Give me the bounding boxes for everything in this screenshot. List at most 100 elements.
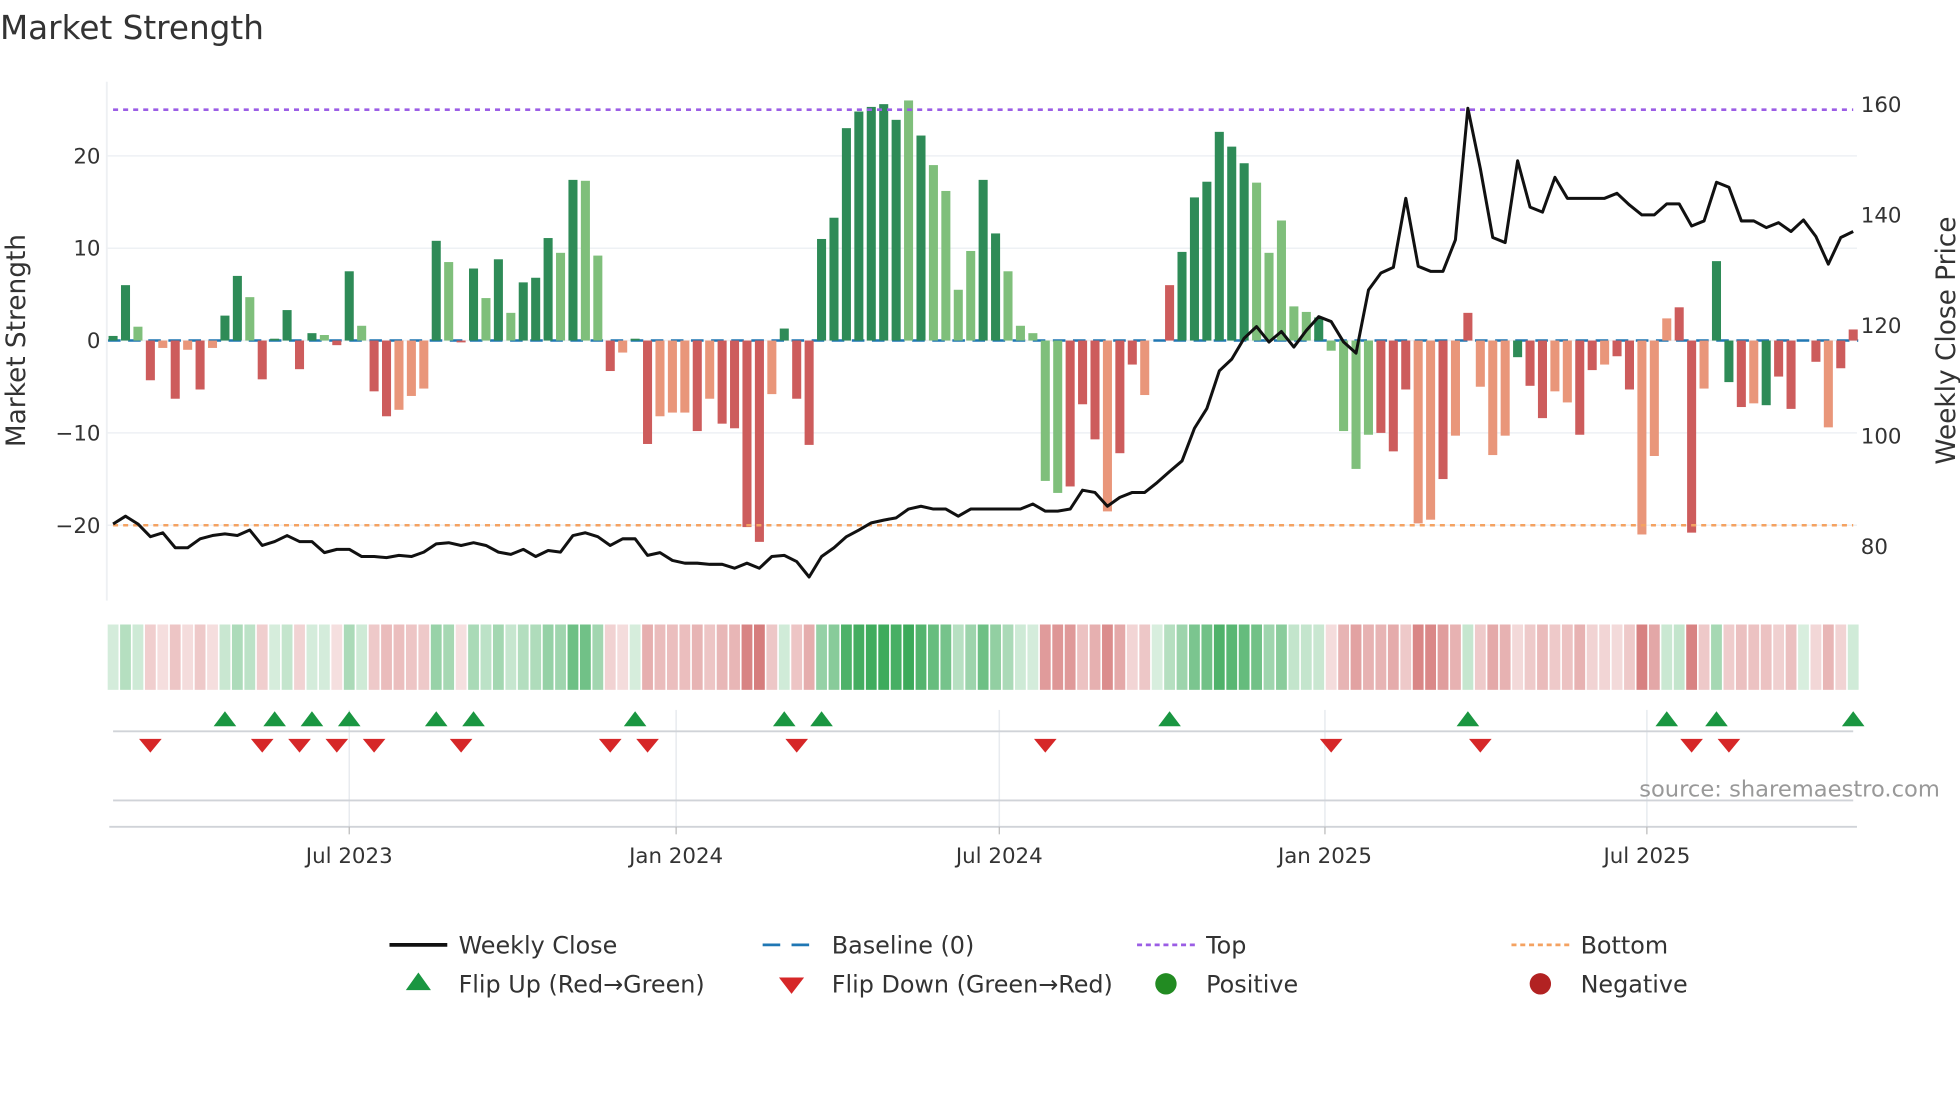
strength-bar: [991, 233, 1001, 341]
heat-cell: [1711, 624, 1722, 690]
strength-bar: [1426, 340, 1436, 520]
strength-bar: [232, 275, 242, 341]
x-tick-label: Jul 2025: [1601, 844, 1690, 869]
strength-bar: [518, 282, 528, 341]
heat-cell: [505, 624, 517, 690]
heat-cell: [1810, 624, 1822, 690]
heat-cell: [741, 624, 753, 690]
strength-bar: [1711, 261, 1722, 341]
strength-bar: [1749, 340, 1759, 404]
strength-bar: [966, 250, 976, 341]
heat-cell: [1698, 624, 1710, 690]
heat-cell: [343, 624, 355, 690]
heat-cell: [244, 624, 256, 690]
strength-bar: [1475, 340, 1485, 387]
strength-bar: [1823, 340, 1833, 428]
flip-up-marker: [300, 711, 324, 727]
strength-bar: [1513, 340, 1523, 358]
strength-bar: [1102, 340, 1112, 512]
strength-bar: [1637, 340, 1647, 535]
heat-cell: [1251, 624, 1262, 690]
heat-cell: [1437, 624, 1449, 690]
heat-cell: [1102, 624, 1113, 690]
heat-cell: [1474, 624, 1486, 690]
heat-cell: [182, 624, 194, 690]
triangle-up-icon: [405, 972, 431, 991]
strength-bar: [717, 340, 727, 424]
flip-up-marker: [623, 711, 647, 727]
heat-cell: [1363, 624, 1374, 690]
heat-cell: [828, 624, 840, 690]
strength-bar: [1525, 340, 1535, 386]
heat-cell: [318, 624, 330, 690]
heat-cell: [207, 624, 218, 690]
heat-cell: [878, 624, 890, 690]
strength-bar: [1388, 340, 1398, 452]
heat-cell: [1785, 624, 1797, 690]
strength-bar: [667, 340, 677, 413]
strength-bar: [1065, 340, 1075, 487]
heat-cell: [1611, 624, 1623, 690]
heat-cell: [1387, 624, 1399, 690]
market-strength-chart: Market Strength 20100−10−20 160140120100…: [0, 9, 1960, 999]
heat-cell: [1164, 624, 1175, 690]
strength-bar: [1687, 340, 1697, 533]
strength-bar: [593, 255, 603, 341]
strength-bar: [1227, 146, 1237, 341]
heat-cell: [368, 624, 380, 690]
heat-cell: [1039, 624, 1051, 690]
heat-cell: [356, 624, 368, 690]
heat-cell: [1512, 624, 1524, 690]
strength-bar: [1662, 318, 1672, 341]
y2-ticks: 160 140 120 100 80: [1861, 93, 1902, 560]
heat-cell: [903, 624, 914, 690]
strength-bar: [245, 297, 255, 341]
strength-bar: [1165, 285, 1175, 341]
circle-icon: [1529, 973, 1552, 995]
heat-cell: [579, 624, 591, 690]
heat-cell: [530, 624, 542, 690]
strength-bar: [1326, 340, 1336, 351]
heat-cell: [132, 624, 144, 690]
strength-bar: [158, 340, 168, 348]
strength-bar: [556, 252, 566, 341]
legend-label: Flip Down (Green→Red): [832, 971, 1113, 999]
heat-cell: [1338, 624, 1349, 690]
heat-cell: [1400, 624, 1412, 690]
heat-cell: [1425, 624, 1437, 690]
heat-cell: [654, 624, 666, 690]
heat-cell: [791, 624, 803, 690]
strength-bar: [444, 262, 454, 341]
heat-cell: [1835, 624, 1847, 690]
strength-bar: [170, 340, 180, 399]
heat-cell: [1822, 624, 1834, 690]
y2-tick-label: 100: [1861, 425, 1902, 450]
strength-bar: [394, 340, 404, 410]
strength-bar: [456, 340, 466, 343]
strength-bar: [543, 238, 553, 341]
heat-cell: [816, 624, 827, 690]
flip-up-marker: [213, 711, 237, 727]
strength-bar: [133, 326, 143, 341]
heat-cell: [480, 624, 492, 690]
heat-cell: [1213, 624, 1225, 690]
heat-cell: [381, 624, 392, 690]
strength-bar: [779, 328, 789, 341]
heat-cell: [1549, 624, 1561, 690]
y-ticks: 20 10 0 −10 −20: [55, 144, 100, 538]
strength-bar: [754, 340, 764, 542]
strength-bar: [767, 340, 777, 395]
heat-cell: [1300, 624, 1312, 690]
strength-bar: [257, 340, 267, 380]
heat-cell: [990, 624, 1001, 690]
strength-bar: [1090, 340, 1100, 440]
flip-up-marker: [263, 711, 286, 727]
heat-cell: [1375, 624, 1387, 690]
strength-bar: [1624, 340, 1634, 390]
heat-cell: [331, 624, 343, 690]
heat-cell: [1350, 624, 1362, 690]
heat-cell: [1599, 624, 1611, 690]
strength-bar: [1600, 340, 1610, 365]
heat-cell: [1574, 624, 1586, 690]
heat-cell: [256, 624, 268, 690]
